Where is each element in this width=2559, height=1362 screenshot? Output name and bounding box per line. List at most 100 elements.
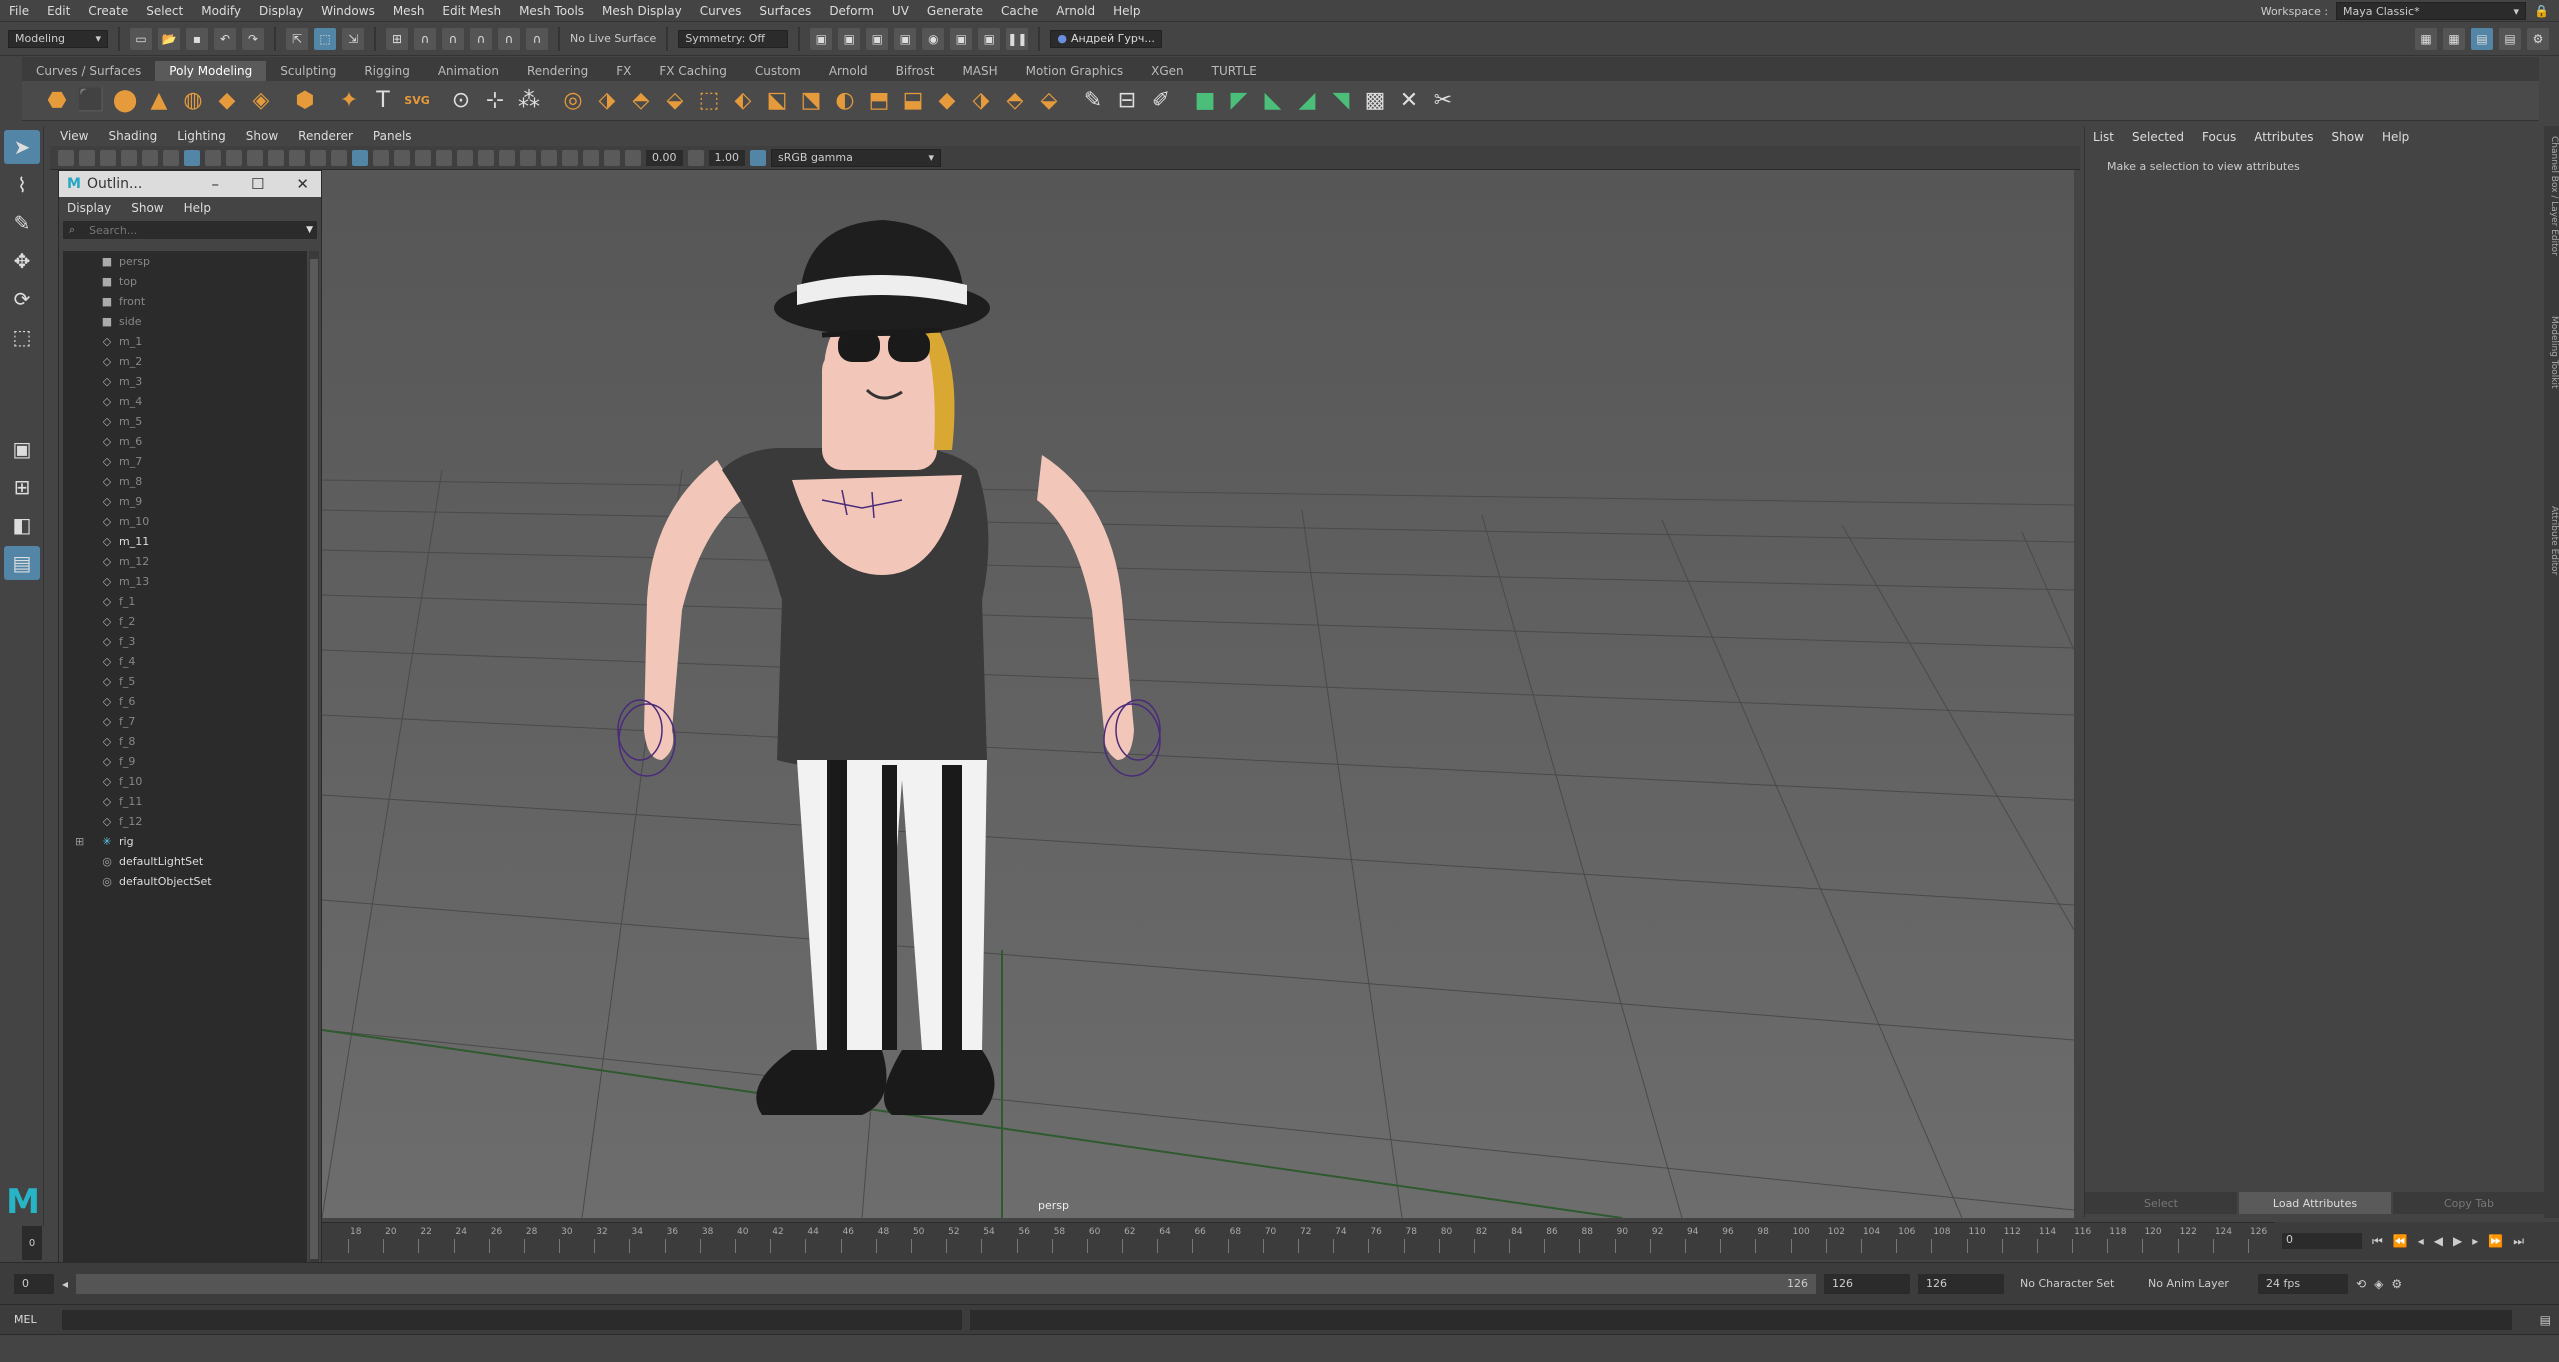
field-chart-icon[interactable] — [268, 149, 284, 166]
resolution-gate-icon[interactable] — [226, 149, 242, 166]
shelf-tab-curves-surfaces[interactable]: Curves / Surfaces — [22, 61, 155, 81]
wireframe-on-shaded-icon[interactable] — [373, 149, 389, 166]
smooth-icon[interactable]: ⊹ — [480, 86, 510, 116]
exposure-field[interactable]: 0.00 — [646, 149, 683, 166]
grease-pencil-icon[interactable] — [163, 149, 179, 166]
range-slider[interactable]: 126 — [76, 1273, 1817, 1294]
gamma-icon[interactable] — [687, 149, 704, 166]
snap-point-icon[interactable]: ∩ — [442, 27, 464, 50]
shelf-tab-xgen[interactable]: XGen — [1137, 61, 1198, 81]
playback-end-field[interactable]: 126 — [1824, 1273, 1911, 1294]
textured-icon[interactable] — [394, 149, 410, 166]
poly-cylinder-icon[interactable]: ⬤ — [110, 86, 140, 116]
snap-curve-icon[interactable]: ∩ — [414, 27, 436, 50]
insert-edge-loop-icon[interactable]: ⊟ — [1112, 86, 1142, 116]
perspective-viewport[interactable]: persp — [322, 170, 2074, 1218]
outliner-item[interactable]: ◇ m_1 — [63, 331, 307, 351]
outliner-window[interactable]: M Outlin... – ☐ ✕ Display Show Help ⌕ Sear… — [58, 170, 322, 1276]
load-attributes-button[interactable]: Load Attributes — [2239, 1192, 2391, 1214]
extrude-icon[interactable]: ⬗ — [966, 86, 996, 116]
outliner-item[interactable]: ◇ m_10 — [63, 511, 307, 531]
2d-pan-zoom-icon[interactable] — [142, 149, 158, 166]
image-plane-icon[interactable] — [121, 149, 137, 166]
menu-generate[interactable]: Generate — [918, 4, 992, 18]
smooth-shade-icon[interactable] — [352, 149, 368, 166]
shelf-tab-fx[interactable]: FX — [602, 61, 645, 81]
snap-together-icon[interactable]: ∩ — [526, 27, 548, 50]
menu-select[interactable]: Select — [137, 4, 192, 18]
shelf-tab-bifrost[interactable]: Bifrost — [882, 61, 949, 81]
copy-tab-button[interactable]: Copy Tab — [2393, 1192, 2545, 1214]
mirror-icon[interactable]: ⬙ — [660, 86, 690, 116]
outliner-item[interactable]: ◎ defaultLightSet — [63, 851, 307, 871]
poly-sphere-icon[interactable]: ⬣ — [42, 86, 72, 116]
ipr-icon[interactable]: ▣ — [950, 27, 973, 50]
camera-attributes-icon[interactable] — [79, 149, 95, 166]
select-object-icon[interactable]: ⬚ — [314, 27, 336, 50]
outliner-item[interactable]: ◇ m_6 — [63, 431, 307, 451]
outliner-item[interactable]: ◇ f_12 — [63, 811, 307, 831]
shelf-tab-motion-graphics[interactable]: Motion Graphics — [1012, 61, 1138, 81]
panel-menu-view[interactable]: View — [50, 129, 98, 143]
poly-plane-icon[interactable]: ◆ — [212, 86, 242, 116]
symmetry-dropdown[interactable]: Symmetry: Off — [678, 29, 789, 48]
scene-end-field[interactable]: 126 — [1918, 1273, 2005, 1294]
outliner-item[interactable]: ■ top — [63, 271, 307, 291]
auto-key-icon[interactable]: ◈ — [2374, 1277, 2383, 1291]
menu-cache[interactable]: Cache — [992, 4, 1047, 18]
outliner-item[interactable]: ◇ m_13 — [63, 571, 307, 591]
lasso-tool-icon[interactable]: ⌇ — [4, 168, 40, 202]
retopologize-icon[interactable]: ◐ — [830, 86, 860, 116]
persp-outliner-layout-icon[interactable]: ▤ — [4, 546, 40, 580]
shelf-tab-turtle[interactable]: TURTLE — [1198, 61, 1271, 81]
user-account-dropdown[interactable]: ● Андрей Гурч... — [1050, 29, 1163, 48]
layout-icon[interactable]: ▦ — [2415, 27, 2437, 50]
shelf-tab-poly-modeling[interactable]: Poly Modeling — [155, 61, 267, 81]
hypershade-icon[interactable]: ◉ — [922, 27, 945, 50]
outliner-item[interactable]: ◇ m_2 — [63, 351, 307, 371]
outliner-item[interactable]: ■ side — [63, 311, 307, 331]
snap-align-icon[interactable]: ⊙ — [446, 86, 476, 116]
gamma-field[interactable]: 1.00 — [708, 149, 745, 166]
new-scene-icon[interactable]: ▭ — [130, 27, 152, 50]
checker-icon[interactable]: ▩ — [1360, 86, 1390, 116]
menu-display[interactable]: Display — [250, 4, 312, 18]
menu-file[interactable]: File — [0, 4, 38, 18]
character-model[interactable] — [617, 220, 1161, 1115]
menu-edit-mesh[interactable]: Edit Mesh — [433, 4, 510, 18]
shelf-tab-arnold[interactable]: Arnold — [815, 61, 882, 81]
grid-icon[interactable] — [184, 149, 200, 166]
step-back-key-icon[interactable]: ⏪ — [2393, 1234, 2408, 1248]
scene-start-field[interactable]: 0 — [14, 1273, 54, 1294]
bridge-icon[interactable]: ⬓ — [898, 86, 928, 116]
nurbs-icon[interactable]: ⁂ — [514, 86, 544, 116]
anti-aliasing-icon[interactable] — [499, 149, 515, 166]
platonic-solid-icon[interactable]: ⬢ — [290, 86, 320, 116]
save-scene-icon[interactable]: ▪ — [186, 27, 208, 50]
settings-icon[interactable]: ⚙ — [2527, 27, 2549, 50]
attribute-menu-list[interactable]: List — [2093, 130, 2114, 144]
panel-menu-show[interactable]: Show — [236, 129, 288, 143]
go-to-start-icon[interactable]: ⏮ — [2372, 1234, 2383, 1249]
select-hierarchy-icon[interactable]: ⇱ — [286, 27, 308, 50]
depth-of-field-icon[interactable] — [520, 149, 536, 166]
color-management-icon[interactable] — [750, 149, 766, 166]
command-input[interactable] — [62, 1309, 962, 1330]
outliner-item[interactable]: ◇ m_9 — [63, 491, 307, 511]
character-set-dropdown[interactable]: No Character Set — [2012, 1274, 2132, 1294]
command-language-label[interactable]: MEL — [14, 1313, 54, 1326]
menu-uv[interactable]: UV — [883, 4, 918, 18]
outliner-item[interactable]: ◇ f_6 — [63, 691, 307, 711]
minimize-icon[interactable]: – — [211, 175, 219, 193]
go-to-end-icon[interactable]: ⏭ — [2513, 1234, 2524, 1249]
fill-hole-icon[interactable]: ⬒ — [864, 86, 894, 116]
pause-icon[interactable]: ❚❚ — [1006, 27, 1029, 50]
redo-icon[interactable]: ↷ — [242, 27, 264, 50]
wireframe-icon[interactable] — [331, 149, 347, 166]
reduce-icon[interactable]: ⬕ — [762, 86, 792, 116]
step-back-frame-icon[interactable]: ◂ — [2418, 1234, 2424, 1248]
panel-menu-shading[interactable]: Shading — [98, 129, 167, 143]
outliner-item[interactable]: ◇ f_1 — [63, 591, 307, 611]
smooth-mesh-icon[interactable]: ⬖ — [728, 86, 758, 116]
panel-menu-lighting[interactable]: Lighting — [167, 129, 236, 143]
